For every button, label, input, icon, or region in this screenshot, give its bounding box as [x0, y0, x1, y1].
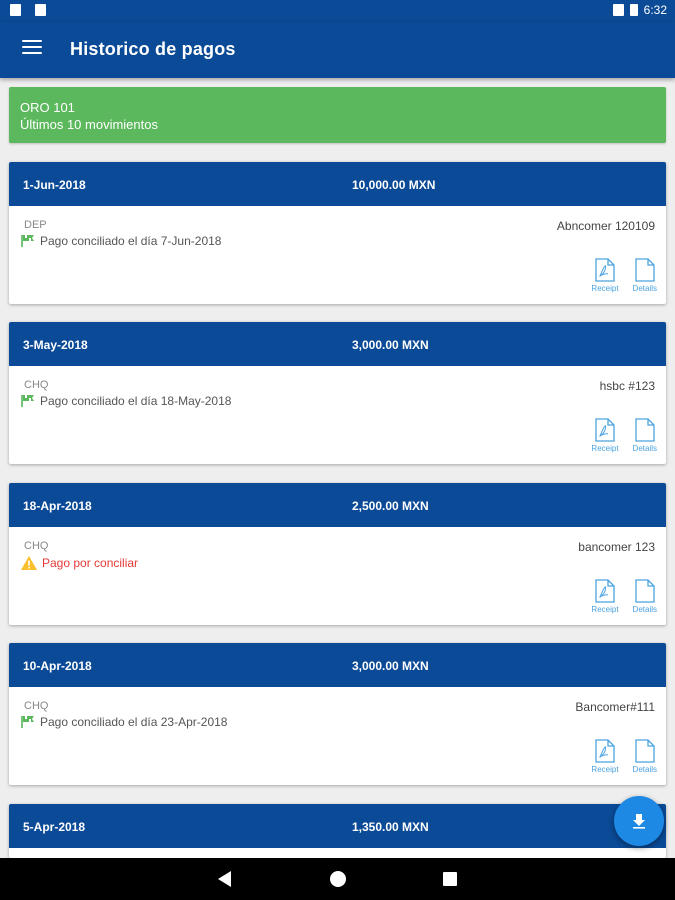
payment-status: Pago por conciliar [20, 555, 138, 571]
back-icon[interactable] [218, 871, 231, 887]
details-button[interactable]: Details [633, 258, 657, 293]
details-button[interactable]: Details [633, 579, 657, 614]
payment-card: 10-Apr-2018 3,000.00 MXN CHQ Pago concil… [9, 643, 666, 785]
payment-type: CHQ [24, 379, 49, 391]
home-icon[interactable] [330, 871, 346, 887]
payment-date: 18-Apr-2018 [23, 499, 92, 513]
payment-status: Pago conciliado el día 7-Jun-2018 [20, 234, 221, 248]
payment-status: Pago conciliado el día 23-Apr-2018 [20, 715, 227, 729]
payment-card-header: 5-Apr-2018 1,350.00 MXN [9, 804, 666, 848]
payment-type: DEP [24, 219, 47, 231]
battery-icon [629, 4, 638, 16]
payment-amount: 10,000.00 MXN [352, 178, 436, 192]
account-banner: ORO 101 Últimos 10 movimientos [9, 87, 666, 143]
payment-card: 18-Apr-2018 2,500.00 MXN CHQ Pago por co… [9, 483, 666, 625]
receipt-button[interactable]: Receipt [591, 258, 619, 293]
document-icon [635, 418, 655, 442]
download-icon [633, 814, 645, 829]
payment-card: 5-Apr-2018 1,350.00 MXN [9, 804, 666, 858]
receipt-button[interactable]: Receipt [591, 579, 619, 614]
payment-reference: bancomer 123 [578, 540, 655, 554]
image-notification-icon [35, 4, 46, 16]
system-nav-bar [0, 858, 675, 900]
pdf-icon [595, 258, 615, 282]
status-time: 6:32 [643, 3, 667, 17]
payment-date: 10-Apr-2018 [23, 659, 92, 673]
page-title: Historico de pagos [70, 39, 236, 59]
details-button[interactable]: Details [633, 739, 657, 774]
payment-amount: 2,500.00 MXN [352, 499, 429, 513]
warning-icon [21, 556, 37, 570]
payment-card-header: 1-Jun-2018 10,000.00 MXN [9, 162, 666, 206]
payment-card-header: 3-May-2018 3,000.00 MXN [9, 322, 666, 366]
details-button[interactable]: Details [633, 418, 657, 453]
payment-status: Pago conciliado el día 18-May-2018 [20, 394, 231, 408]
pdf-icon [595, 418, 615, 442]
account-name: ORO 101 [20, 100, 75, 115]
payment-type: CHQ [24, 700, 49, 712]
download-button[interactable] [614, 796, 664, 846]
app-bar: Historico de pagos [0, 22, 675, 78]
movements-subtitle: Últimos 10 movimientos [20, 117, 158, 132]
payment-date: 3-May-2018 [23, 338, 88, 352]
payment-date: 5-Apr-2018 [23, 820, 86, 834]
pdf-icon [595, 739, 615, 763]
payment-amount: 3,000.00 MXN [352, 659, 429, 673]
receipt-button[interactable]: Receipt [591, 418, 619, 453]
pdf-icon [595, 579, 615, 603]
document-icon [635, 579, 655, 603]
flag-icon [21, 395, 34, 407]
flag-icon [21, 716, 34, 728]
recent-apps-icon[interactable] [443, 872, 457, 886]
flag-icon [21, 235, 34, 247]
payment-reference: Abncomer 120109 [556, 219, 655, 233]
payment-type: CHQ [24, 540, 49, 552]
payment-card: 3-May-2018 3,000.00 MXN CHQ Pago concili… [9, 322, 666, 464]
status-bar: 6:32 [0, 0, 675, 22]
payment-amount: 3,000.00 MXN [352, 338, 429, 352]
hamburger-menu-icon[interactable] [22, 40, 42, 58]
payment-card-header: 10-Apr-2018 3,000.00 MXN [9, 643, 666, 687]
payment-card: 1-Jun-2018 10,000.00 MXN DEP Pago concil… [9, 162, 666, 304]
payment-card-header: 18-Apr-2018 2,500.00 MXN [9, 483, 666, 527]
signal-icon [612, 4, 624, 16]
document-icon [635, 739, 655, 763]
payment-reference: Bancomer#111 [575, 700, 655, 714]
payment-date: 1-Jun-2018 [23, 178, 86, 192]
receipt-button[interactable]: Receipt [591, 739, 619, 774]
document-icon [635, 258, 655, 282]
payment-amount: 1,350.00 MXN [352, 820, 429, 834]
notification-icon [10, 4, 21, 16]
payment-reference: hsbc #123 [599, 379, 655, 393]
